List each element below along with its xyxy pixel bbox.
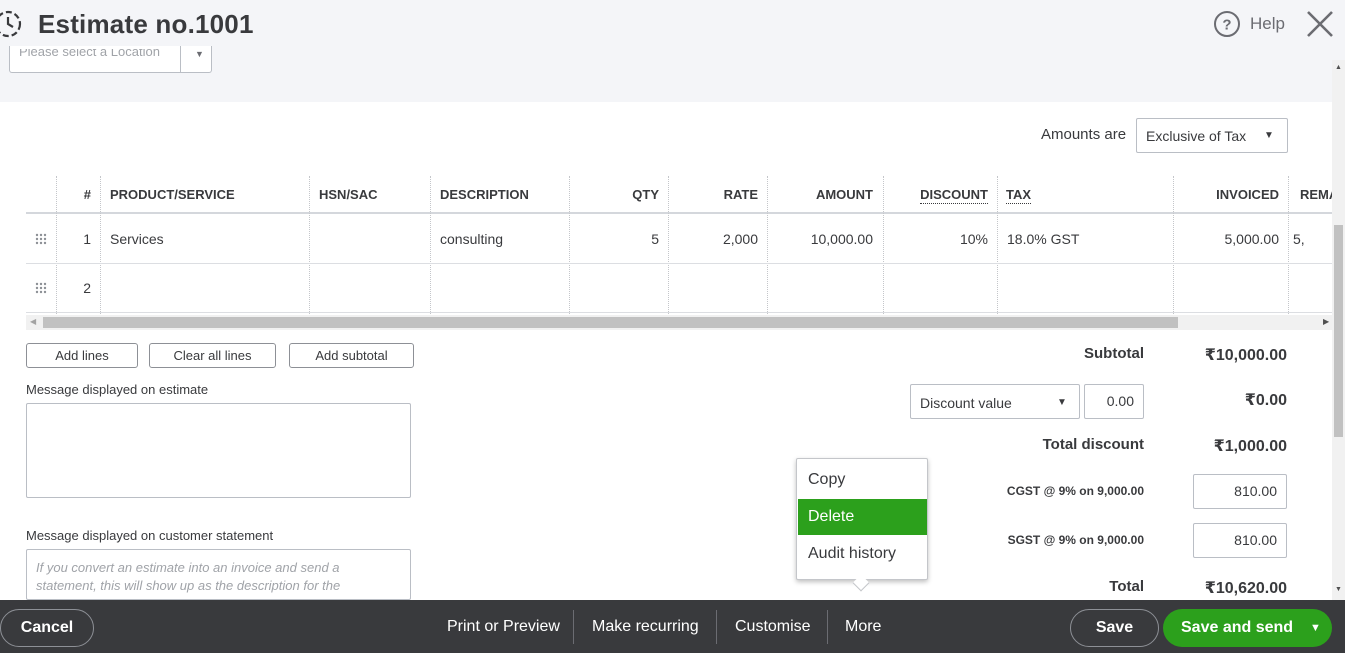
drag-handle-icon[interactable] [34,232,48,246]
col-header-hsn: HSN/SAC [319,187,378,202]
sgst-label: SGST @ 9% on 9,000.00 [1007,533,1144,547]
footer-divider [716,610,717,644]
statement-message-textarea[interactable]: If you convert an estimate into an invoi… [26,549,411,600]
location-select[interactable]: Please select a Location ▼ [9,46,212,73]
add-subtotal-button[interactable]: Add subtotal [289,343,414,368]
location-placeholder: Please select a Location [19,49,160,59]
cell-number: 2 [83,280,91,296]
total-discount-label: Total discount [1042,436,1144,453]
cell-hsn[interactable] [319,216,419,264]
cell-amount[interactable]: 10,000.00 [768,216,873,264]
cell-qty[interactable]: 5 [569,216,659,264]
statement-message-placeholder: If you convert an estimate into an invoi… [36,560,341,593]
vertical-scroll-thumb[interactable] [1334,225,1343,437]
total-discount-value: ₹1,000.00 [1213,438,1287,455]
col-header-description: DESCRIPTION [440,187,529,202]
discount-input[interactable]: 0.00 [1084,384,1144,419]
col-header-product: PRODUCT/SERVICE [110,187,235,202]
tax-header-text[interactable]: TAX [1006,187,1032,204]
col-header-invoiced: INVOICED [1216,187,1279,202]
col-header-rate: RATE [723,187,758,202]
cell-description[interactable]: consulting [440,216,560,264]
chevron-down-icon[interactable]: ▼ [195,50,204,59]
chevron-down-icon[interactable]: ▼ [1310,623,1321,634]
menu-item-copy[interactable]: Copy [798,462,927,498]
discount-amount-value: ₹0.00 [1244,392,1287,409]
footer-divider [827,610,828,644]
more-link[interactable]: More [845,600,881,653]
drag-handle-icon[interactable] [34,281,48,295]
help-icon[interactable]: ? [1213,10,1241,38]
chevron-down-icon: ▼ [1057,397,1067,408]
statement-message-label: Message displayed on customer statement [26,528,274,543]
sgst-input[interactable]: 810.00 [1193,523,1287,558]
menu-item-audit-history[interactable]: Audit history [798,536,927,572]
more-menu-popup: Copy Delete Audit history [796,458,928,592]
line-items-table: # PRODUCT/SERVICE HSN/SAC DESCRIPTION QT… [26,176,1332,314]
horizontal-scrollbar[interactable]: ◀ ▶ [26,315,1332,330]
col-header-qty: QTY [632,187,659,202]
menu-item-delete[interactable]: Delete [798,499,927,535]
subtotal-value: ₹10,000.00 [1204,347,1287,364]
clear-all-lines-button[interactable]: Clear all lines [149,343,276,368]
amounts-are-value: Exclusive of Tax [1146,128,1247,144]
cell-remaining: 5, [1293,231,1305,247]
cell-product[interactable]: Services [110,216,300,264]
cgst-input[interactable]: 810.00 [1193,474,1287,509]
cell-tax[interactable]: 18.0% GST [1007,216,1157,264]
scroll-up-arrow-icon[interactable]: ▲ [1335,64,1342,71]
customise-link[interactable]: Customise [735,600,811,653]
col-header-number: # [83,187,91,202]
total-label: Total [1109,578,1144,595]
help-link[interactable]: Help [1250,14,1285,34]
table-row[interactable]: 2 [26,265,1332,313]
chevron-down-icon: ▼ [1264,130,1274,141]
estimate-message-textarea[interactable] [26,403,411,498]
table-row[interactable]: 1 Services consulting 5 2,000 10,000.00 … [26,216,1332,264]
cgst-label: CGST @ 9% on 9,000.00 [1006,484,1144,498]
scroll-left-arrow-icon[interactable]: ◀ [30,317,36,327]
footer-bar: Cancel Print or Preview Make recurring C… [0,600,1345,653]
col-header-tax[interactable]: TAX [1006,176,1066,214]
history-icon[interactable] [0,8,24,40]
discount-header-text[interactable]: DISCOUNT [920,187,988,204]
footer-divider [573,610,574,644]
amounts-are-label: Amounts are [1041,126,1127,143]
estimate-message-label: Message displayed on estimate [26,382,209,397]
close-icon[interactable] [1305,9,1335,39]
cell-rate[interactable]: 2,000 [668,216,758,264]
svg-text:?: ? [1222,17,1231,34]
location-divider [180,46,181,72]
cell-discount[interactable]: 10% [883,216,988,264]
discount-type-select[interactable]: Discount value ▼ [910,384,1080,419]
save-button[interactable]: Save [1070,609,1159,647]
amounts-are-select[interactable]: Exclusive of Tax ▼ [1136,118,1288,153]
print-preview-link[interactable]: Print or Preview [447,600,560,653]
col-header-amount: AMOUNT [815,187,873,202]
save-and-send-label: Save and send [1181,619,1294,636]
scroll-right-arrow-icon[interactable]: ▶ [1323,317,1329,327]
add-lines-button[interactable]: Add lines [26,343,138,368]
cell-product[interactable] [110,265,300,313]
col-header-remaining: REMA [1300,187,1332,202]
total-value: ₹10,620.00 [1204,580,1287,597]
page-title: Estimate no.1001 [38,9,254,39]
menu-pointer [852,574,870,592]
discount-type-value: Discount value [920,395,1012,411]
make-recurring-link[interactable]: Make recurring [592,600,699,653]
table-header: # PRODUCT/SERVICE HSN/SAC DESCRIPTION QT… [26,176,1332,214]
col-header-discount[interactable]: DISCOUNT [883,176,988,214]
cancel-button[interactable]: Cancel [0,609,94,647]
horizontal-scroll-thumb[interactable] [43,317,1178,328]
scroll-down-arrow-icon[interactable]: ▼ [1335,586,1342,593]
vertical-scrollbar[interactable]: ▲ ▼ [1332,60,1345,600]
cell-invoiced: 5,000.00 [1224,231,1280,247]
header-bar: Estimate no.1001 Please select a Locatio… [0,0,1345,102]
cell-number: 1 [83,231,91,247]
save-and-send-button[interactable]: Save and send ▼ [1163,609,1332,647]
subtotal-label: Subtotal [1084,345,1144,362]
